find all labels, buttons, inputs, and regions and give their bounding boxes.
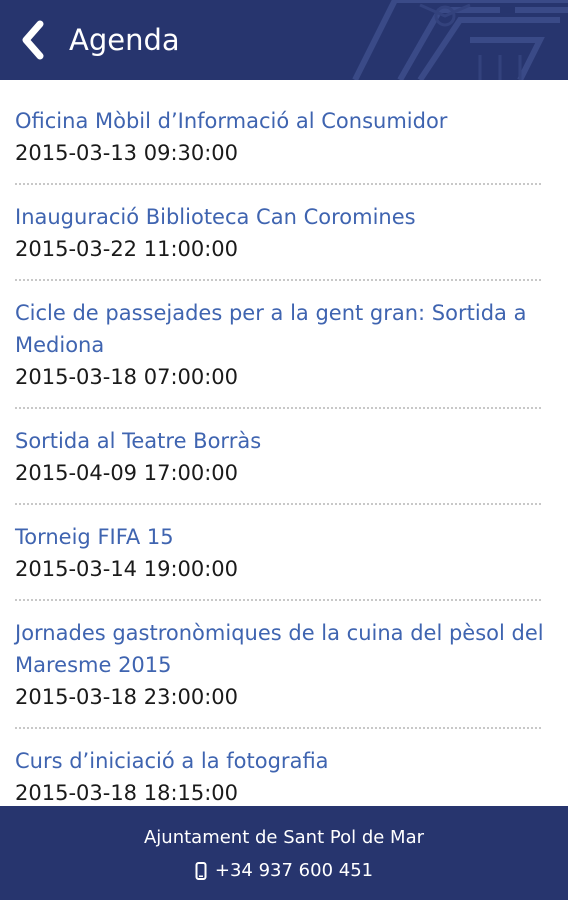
divider <box>15 503 541 505</box>
event-list[interactable]: Oficina Mòbil d’Informació al Consumidor… <box>0 80 568 806</box>
list-item[interactable]: Inauguració Biblioteca Can Coromines 201… <box>0 201 568 265</box>
event-date: 2015-03-14 19:00:00 <box>15 557 239 581</box>
event-date: 2015-04-09 17:00:00 <box>15 461 239 485</box>
divider <box>15 599 541 601</box>
event-title[interactable]: Jornades gastronòmiques de la cuina del … <box>15 617 554 681</box>
phone-number[interactable]: +34 937 600 451 <box>215 859 373 883</box>
event-date: 2015-03-18 18:15:00 <box>15 781 239 805</box>
list-item[interactable]: Oficina Mòbil d’Informació al Consumidor… <box>0 80 568 169</box>
organization-name: Ajuntament de Sant Pol de Mar <box>143 827 424 848</box>
event-title[interactable]: Oficina Mòbil d’Informació al Consumidor <box>15 105 554 137</box>
page-title: Agenda <box>69 23 180 57</box>
list-item[interactable]: Curs d’iniciació a la fotografia 2015-03… <box>0 745 568 806</box>
chevron-left-icon <box>22 20 44 60</box>
list-item[interactable]: Sortida al Teatre Borràs 2015-04-09 17:0… <box>0 425 568 489</box>
divider <box>15 183 541 185</box>
mobile-phone-icon <box>195 862 207 880</box>
list-item[interactable]: Jornades gastronòmiques de la cuina del … <box>0 617 568 713</box>
divider <box>15 279 541 281</box>
event-date: 2015-03-22 11:00:00 <box>15 237 239 261</box>
app-footer: Ajuntament de Sant Pol de Mar +34 937 60… <box>0 806 568 900</box>
event-title[interactable]: Torneig FIFA 15 <box>15 521 554 553</box>
event-date: 2015-03-18 23:00:00 <box>15 685 239 709</box>
event-title[interactable]: Curs d’iniciació a la fotografia <box>15 745 554 777</box>
list-item[interactable]: Cicle de passejades per a la gent gran: … <box>0 297 568 393</box>
back-button[interactable] <box>10 16 56 64</box>
divider <box>15 407 541 409</box>
divider <box>15 727 541 729</box>
event-title[interactable]: Sortida al Teatre Borràs <box>15 425 554 457</box>
list-item[interactable]: Torneig FIFA 15 2015-03-14 19:00:00 <box>0 521 568 585</box>
event-title[interactable]: Cicle de passejades per a la gent gran: … <box>15 297 554 361</box>
event-date: 2015-03-13 09:30:00 <box>15 141 239 165</box>
event-title[interactable]: Inauguració Biblioteca Can Coromines <box>15 201 554 233</box>
event-date: 2015-03-18 07:00:00 <box>15 365 239 389</box>
phone-link[interactable]: +34 937 600 451 <box>0 859 568 883</box>
app-header: Agenda <box>0 0 568 80</box>
